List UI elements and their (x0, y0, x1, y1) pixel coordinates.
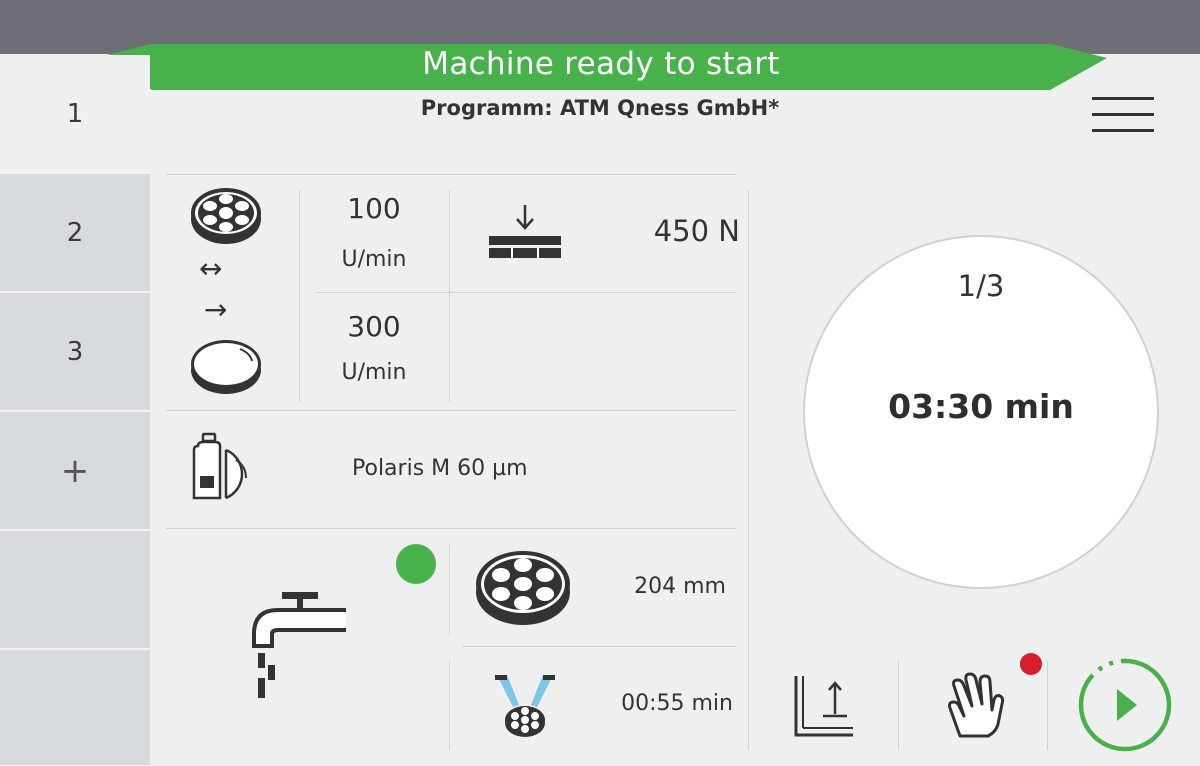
hamburger-menu-icon (1092, 97, 1154, 132)
specimen-holder-icon[interactable] (188, 186, 264, 248)
divider (1047, 660, 1048, 750)
suspension-name[interactable]: Polaris M 60 µm (352, 456, 528, 481)
force-press-icon[interactable] (487, 203, 563, 261)
head-speed-value[interactable]: 100 (315, 192, 433, 225)
divider (166, 174, 736, 175)
status-text: Machine ready to start (422, 46, 780, 82)
step-counter: 1/3 (957, 269, 1005, 303)
sidebar: 1 2 3 + (0, 55, 150, 766)
rinse-time-value[interactable]: 00:55 min (600, 691, 733, 716)
divider (898, 660, 899, 750)
program-label: Programm: ATM Qness GmbH* (420, 96, 780, 120)
play-start-icon[interactable] (1077, 657, 1173, 753)
empty-tab-5 (0, 531, 150, 649)
head-speed-unit: U/min (341, 247, 407, 272)
process-timer[interactable]: 1/3 03:30 min (803, 235, 1159, 589)
menu-button[interactable] (1090, 95, 1156, 135)
divider (166, 528, 736, 529)
head-direction-icon: ↔ (199, 252, 223, 285)
divider (462, 646, 736, 647)
process-time: 03:30 min (888, 387, 1074, 426)
status-banner: Machine ready to start (95, 44, 1107, 90)
suspension-bottle-icon[interactable] (190, 432, 262, 502)
step-tab-1[interactable]: 1 (0, 55, 150, 173)
step-tab-3[interactable]: 3 (0, 293, 150, 411)
step-tab-2[interactable]: 2 (0, 174, 150, 292)
holder-diameter-icon[interactable] (473, 548, 573, 628)
divider (449, 190, 450, 402)
hand-icon[interactable] (942, 670, 1006, 740)
holder-diameter-value[interactable]: 204 mm (600, 574, 726, 599)
divider (748, 190, 749, 750)
manual-mode-indicator (1020, 653, 1042, 675)
empty-tab-6 (0, 650, 150, 766)
platen-speed-value[interactable]: 300 (315, 310, 433, 343)
divider (299, 190, 300, 402)
platen-disc-icon[interactable] (188, 335, 264, 397)
force-value[interactable]: 450 N (600, 214, 740, 248)
divider (315, 292, 736, 293)
rinse-spray-icon[interactable] (493, 673, 557, 739)
water-tap-icon[interactable] (250, 590, 350, 702)
water-status-indicator (396, 544, 436, 584)
divider (166, 410, 736, 411)
add-step-tab[interactable]: + (0, 412, 150, 530)
divider (449, 660, 450, 750)
platen-direction-icon: → (204, 293, 228, 326)
machine-screen: Machine ready to start Programm: ATM Qne… (0, 0, 1200, 766)
divider (449, 545, 450, 635)
platen-speed-unit: U/min (341, 360, 407, 385)
force-profile-icon[interactable] (793, 674, 855, 738)
